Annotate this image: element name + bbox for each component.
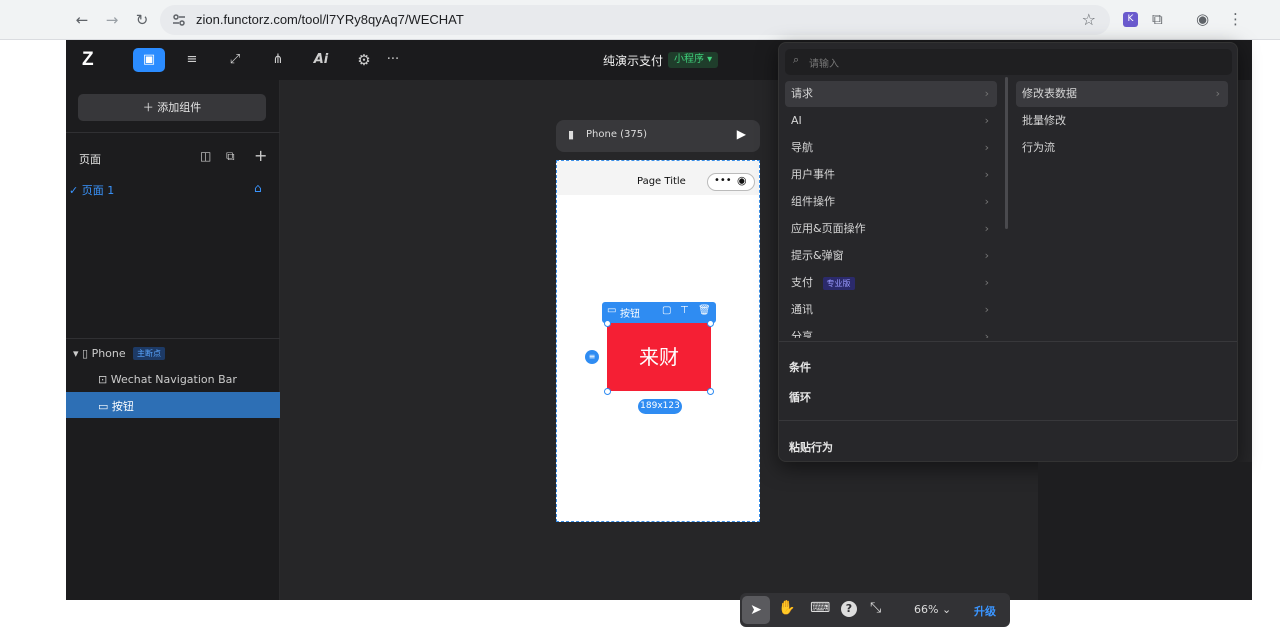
menu-search-input[interactable]: ⌕ 请输入	[785, 49, 1232, 75]
capsule-close-icon: ◉	[737, 174, 747, 187]
back-icon[interactable]: ←	[72, 10, 92, 30]
menu-scrollbar[interactable]	[1005, 77, 1008, 229]
settings-gear-icon[interactable]: ⚙	[348, 48, 380, 72]
add-component-button[interactable]: ＋ 添加组件	[78, 94, 266, 121]
menu-item-share[interactable]: 分享 ›	[785, 324, 997, 338]
menu-item-component-ops[interactable]: 组件操作 ›	[785, 189, 997, 215]
drag-handle-icon[interactable]: ≡	[585, 350, 599, 364]
menu-item-prompt-popup[interactable]: 提示&弹窗 ›	[785, 243, 997, 269]
add-page-icon[interactable]: +	[254, 146, 267, 165]
action-menu: ⌕ 请输入 请求 › AI › 导航 › 用户事件 › 组件操作 › 应用&页面操作 › 提…	[778, 42, 1238, 462]
divider	[66, 132, 280, 133]
extension-k-icon[interactable]: K	[1123, 12, 1138, 27]
url-text: zion.functorz.com/tool/l7YRy8qyAq7/WECHA…	[196, 12, 464, 27]
project-title[interactable]: 纯演示支付	[603, 52, 663, 69]
comment-icon[interactable]: ▢	[662, 305, 671, 316]
menu-item-paste-action[interactable]: 粘贴行为	[789, 439, 833, 455]
align-top-icon[interactable]: ⊤	[680, 305, 689, 316]
wechat-navigation-bar[interactable]: Page Title ••• ◉	[557, 161, 759, 195]
tree-node-button-selected[interactable]: ▭ 按钮	[66, 392, 280, 418]
dimensions-badge: 189x123	[638, 399, 682, 414]
menu-item-ai[interactable]: AI ›	[785, 108, 997, 134]
left-panel: ＋ 添加组件 页面 ◫ ⧉ + ✓ 页面 1 ⌂ ▾ ▯ Phone 主断点 ⊡…	[66, 80, 280, 600]
button-type-icon: ▭	[607, 305, 617, 316]
logic-icon[interactable]: ⤢	[219, 48, 251, 72]
search-icon: ⌕	[793, 53, 800, 66]
menu-item-payment[interactable]: 支付 专业版 ›	[785, 270, 997, 296]
pages-title: 页面	[79, 153, 101, 166]
search-placeholder: 请输入	[809, 59, 839, 70]
site-settings-icon[interactable]	[172, 13, 186, 27]
tree-node-navbar[interactable]: ⊡ Wechat Navigation Bar	[98, 373, 237, 386]
device-label: Phone (375)	[586, 129, 648, 140]
resize-handle[interactable]	[604, 388, 611, 395]
page-item-1[interactable]: ✓ 页面 1	[69, 182, 114, 198]
right-panel-background	[1038, 462, 1252, 600]
divider	[779, 341, 1237, 342]
submenu-item-action-flow[interactable]: 行为流	[1016, 135, 1228, 161]
menu-item-loop[interactable]: 循环	[789, 389, 811, 405]
selected-component-label: 按钮	[620, 309, 640, 320]
menu-item-request[interactable]: 请求 ›	[785, 81, 997, 107]
delete-icon[interactable]: 🗑	[698, 305, 711, 316]
browser-menu-icon[interactable]: ⋮	[1228, 10, 1243, 28]
zoom-select[interactable]: 66% ⌄	[914, 603, 951, 616]
bookmark-star-icon[interactable]: ☆	[1082, 10, 1096, 29]
menu-item-navigation[interactable]: 导航 ›	[785, 135, 997, 161]
browser-toolbar: ← → ↻ zion.functorz.com/tool/l7YRy8qyAq7…	[0, 0, 1280, 40]
home-page-icon[interactable]: ⌂	[254, 181, 262, 195]
breakpoint-badge: 主断点	[133, 347, 165, 360]
divider	[779, 420, 1237, 421]
page-copy-icon[interactable]: ⧉	[226, 149, 235, 164]
database-icon[interactable]: ≡	[176, 48, 208, 72]
app-logo[interactable]: Z	[82, 49, 104, 71]
canvas-button-component[interactable]: 来财	[607, 323, 711, 391]
platform-badge[interactable]: 小程序 ▾	[668, 52, 719, 68]
menu-item-communication[interactable]: 通讯 ›	[785, 297, 997, 323]
wechat-capsule: ••• ◉	[707, 173, 755, 191]
submenu-item-modify-table[interactable]: 修改表数据 ›	[1016, 81, 1228, 107]
phone-device-icon: ▮	[568, 128, 575, 141]
phone-frame[interactable]: Page Title ••• ◉ ▭ 按钮 ▢ ⊤ 🗑 ≡ 来财 189x123	[556, 160, 760, 522]
pro-badge: 专业版	[822, 276, 855, 290]
page-title: Page Title	[637, 176, 686, 187]
resize-handle[interactable]	[604, 320, 611, 327]
divider	[66, 338, 280, 339]
upgrade-link[interactable]: 升级	[974, 603, 996, 619]
resize-handle[interactable]	[707, 388, 714, 395]
menu-item-user-events[interactable]: 用户事件 ›	[785, 162, 997, 188]
menu-item-condition[interactable]: 条件	[789, 359, 811, 375]
tree-node-phone[interactable]: ▾ ▯ Phone	[73, 347, 126, 360]
address-bar[interactable]: zion.functorz.com/tool/l7YRy8qyAq7/WECHA…	[160, 5, 1110, 35]
selected-component-toolbar: ▭ 按钮 ▢ ⊤ 🗑	[602, 302, 716, 323]
component-tool-icon[interactable]: ▣	[133, 48, 165, 72]
submenu-item-batch-modify[interactable]: 批量修改	[1016, 108, 1228, 134]
play-preview-icon[interactable]: ▶	[737, 127, 746, 141]
forward-icon[interactable]: →	[102, 10, 122, 30]
bottom-toolbar: ➤ ✋ ⌨ ? ⤡ 66% ⌄ 升级	[740, 593, 1010, 627]
pointer-tool-icon[interactable]: ➤	[742, 596, 770, 624]
extensions-puzzle-icon[interactable]: ⧉	[1152, 10, 1163, 28]
resize-handle[interactable]	[707, 320, 714, 327]
profile-icon[interactable]: ◉	[1196, 10, 1209, 28]
device-bar: ▮ Phone (375) ▶	[556, 120, 760, 152]
page-layout-icon[interactable]: ◫	[200, 149, 211, 163]
reload-icon[interactable]: ↻	[132, 10, 152, 30]
ai-icon[interactable]: Ai	[305, 48, 337, 72]
more-icon[interactable]: ···	[377, 48, 409, 72]
help-icon[interactable]: ?	[841, 601, 857, 617]
menu-item-app-page-ops[interactable]: 应用&页面操作 ›	[785, 216, 997, 242]
api-icon[interactable]: ⋔	[262, 48, 294, 72]
capsule-more-icon: •••	[714, 175, 732, 186]
